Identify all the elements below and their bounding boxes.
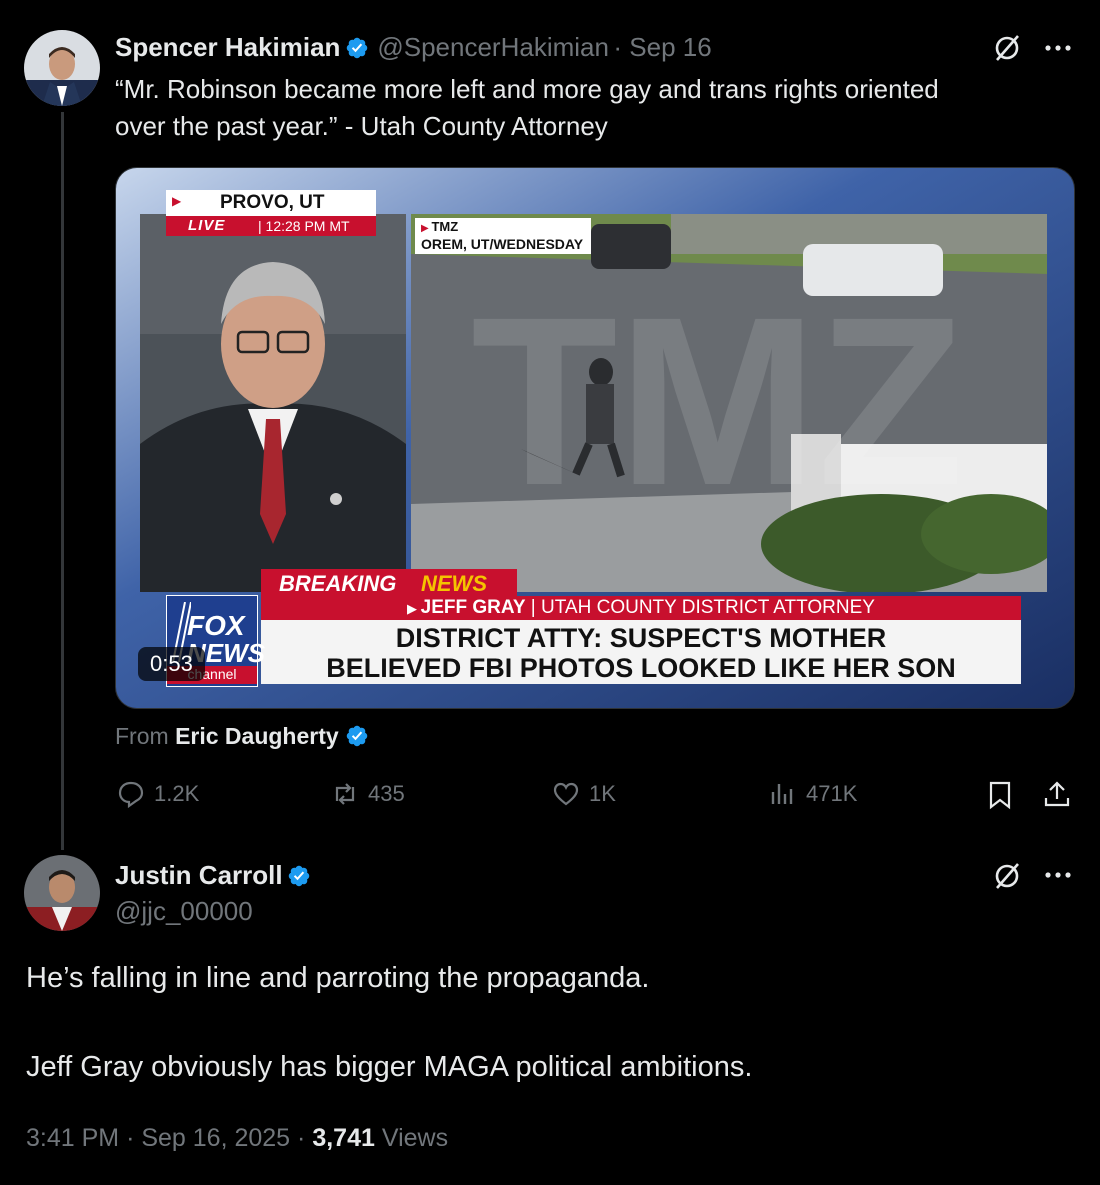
reply-date[interactable]: Sep 16, 2025 [141,1124,290,1152]
reply-views-label: Views [381,1124,449,1152]
reply-author-name[interactable]: Justin Carroll [115,860,283,890]
reply-meta: 3:41 PM · Sep 16, 2025 · 3,741 Views [26,1124,449,1152]
author-handle[interactable]: @SpencerHakimian [377,32,609,62]
speaker-bar: ▶ JEFF GRAY | UTAH COUNTY DISTRICT ATTOR… [261,596,1021,620]
breaking-news-banner: BREAKING NEWS [261,569,517,596]
attribution-name[interactable]: Eric Daugherty [175,723,339,749]
repost-button[interactable]: 435 [330,779,405,809]
author-name[interactable]: Spencer Hakimian [115,32,340,62]
tmz-tag: ▶ TMZ OREM, UT/WEDNESDAY [415,218,592,254]
location-label: PROVO, UT [220,192,325,213]
dot-separator: · [613,32,630,62]
bookmark-icon [989,781,1011,810]
repost-icon [335,783,355,805]
more-options-icon[interactable] [1043,865,1073,890]
reply-button[interactable]: 1.2K [116,779,199,809]
video-player[interactable]: ▶ PROVO, UT LIVE | 12:28 PM MT TMZ ▶ TMZ… [115,167,1075,709]
repost-count: 435 [368,781,405,806]
reply-icon [118,781,144,809]
more-options-icon[interactable] [1043,38,1073,63]
headline-line-1: DISTRICT ATTY: SUSPECT'S MOTHER [395,623,887,653]
media-attribution: From Eric Daugherty [115,723,369,750]
verified-badge-icon [287,864,311,888]
tweet-header: Spencer Hakimian @SpencerHakimian · Sep … [115,32,712,63]
reply-count: 1.2K [154,781,200,806]
reply-author-handle[interactable]: @jjc_00000 [115,896,253,927]
reply-text-para-2: Jeff Gray obviously has bigger MAGA poli… [26,1051,753,1083]
reply-header: Justin Carroll [115,860,311,891]
reply-text-para-1: He’s falling in line and parroting the p… [26,962,650,994]
views-count: 471K [806,781,858,806]
live-time: | 12:28 PM MT [258,218,350,234]
like-button[interactable]: 1K [551,779,616,809]
grok-icon[interactable] [992,33,1022,68]
live-label: LIVE [188,217,226,234]
share-button[interactable] [1042,779,1072,814]
headline-line-2: BELIEVED FBI PHOTOS LOOKED LIKE HER SON [326,653,956,683]
bookmark-button[interactable] [986,780,1014,815]
tmz-feed: TMZ ▶ TMZ OREM, UT/WEDNESDAY [411,214,1047,592]
share-icon [1044,781,1070,807]
verified-badge-icon [345,724,369,748]
headline-box: DISTRICT ATTY: SUSPECT'S MOTHER BELIEVED… [261,620,1021,684]
thread-line [61,112,64,850]
svg-text:TMZ: TMZ [471,267,964,535]
verified-badge-icon [345,36,369,60]
tweet-text-line-1: “Mr. Robinson became more left and more … [115,74,939,104]
location-tag: ▶ PROVO, UT LIVE | 12:28 PM MT [166,190,376,236]
avatar-spencer[interactable] [24,30,100,106]
video-duration: 0:53 [138,647,205,681]
reply-time[interactable]: 3:41 PM [26,1124,119,1152]
views-chart-icon [771,784,793,804]
grok-icon[interactable] [992,861,1022,896]
speaker-feed [140,214,406,592]
views-button[interactable]: 471K [768,779,857,809]
speaker-name: ▶ JEFF GRAY | UTAH COUNTY DISTRICT ATTOR… [407,597,875,618]
tweet-date[interactable]: Sep 16 [629,32,711,62]
tweet-text-line-2: over the past year.” - Utah County Attor… [115,111,608,141]
reply-views-count: 3,741 [312,1124,375,1152]
avatar-justin[interactable] [24,855,100,931]
heart-icon [553,782,579,806]
like-count: 1K [589,781,616,806]
tweet-text: “Mr. Robinson became more left and more … [115,71,1075,145]
